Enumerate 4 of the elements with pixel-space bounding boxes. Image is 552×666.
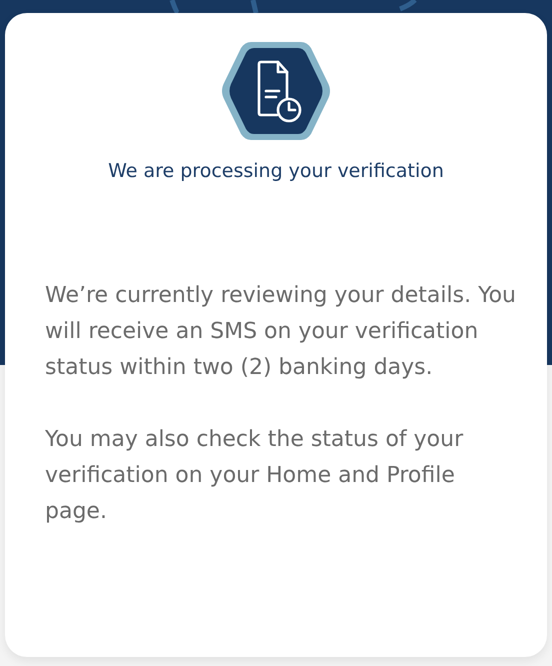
message-paragraph: You may also check the status of your verification on your Home and Profile page. [44, 426, 464, 526]
message-paragraph: We’re currently reviewing your details. You will receive an SMS on your verification status within two (2) banking days. [44, 282, 518, 382]
status-title: We are processing your verification [107, 159, 445, 184]
document-clock-icon [221, 39, 331, 143]
